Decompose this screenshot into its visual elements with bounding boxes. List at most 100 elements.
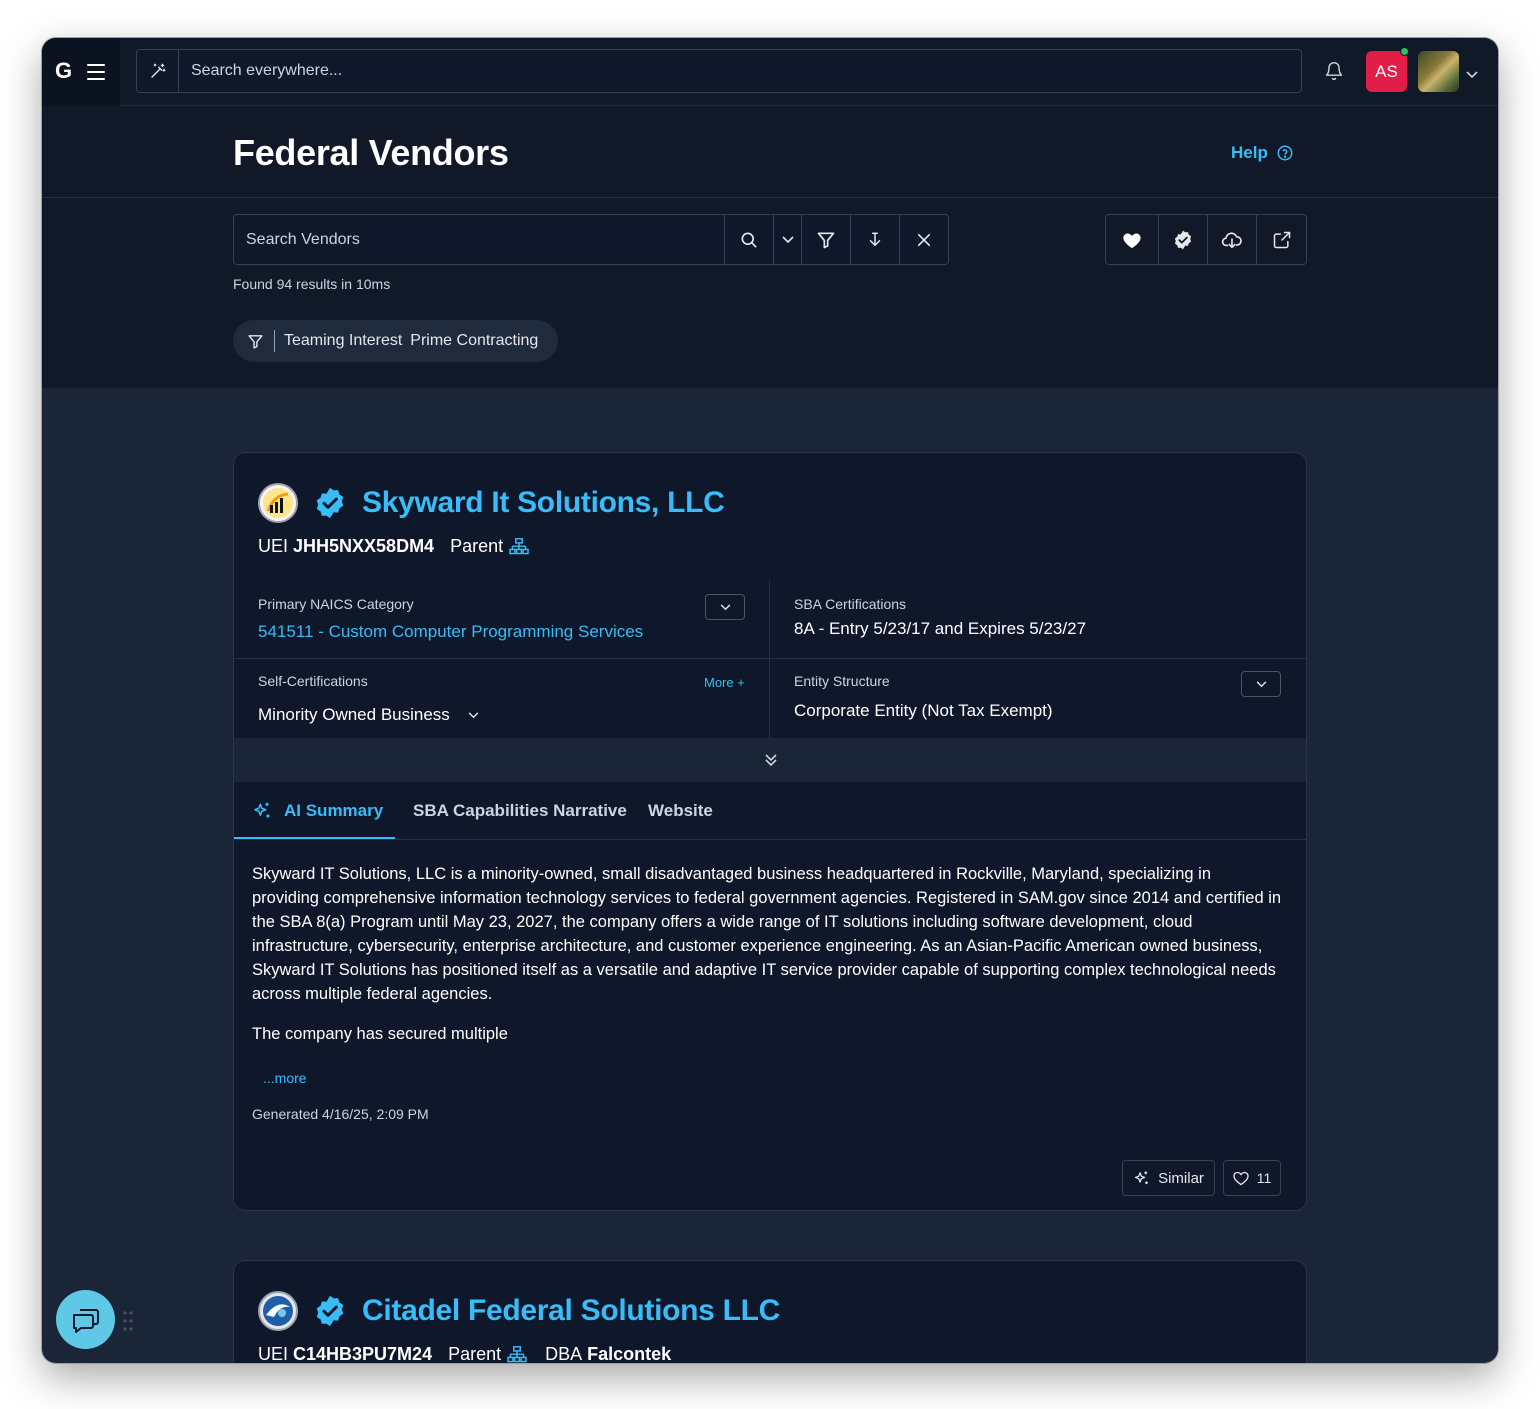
self-cert-cell: Self-Certifications More + Minority Owne… <box>234 659 770 738</box>
uei-label: UEI <box>258 536 289 556</box>
chat-icon <box>72 1308 99 1333</box>
heart-icon <box>1123 232 1141 248</box>
filter-value: Prime Contracting <box>410 332 539 349</box>
self-cert-dropdown[interactable]: Minority Owned Business <box>258 705 479 725</box>
double-chevron-down-icon <box>765 754 777 767</box>
uei-value: JHH5NXX58DM4 <box>293 536 435 556</box>
vendor-name-link[interactable]: Skyward It Solutions, LLC <box>362 486 725 520</box>
search-button[interactable] <box>724 215 773 264</box>
filter-icon <box>248 334 263 349</box>
naics-cell: Primary NAICS Category 541511 - Custom C… <box>234 580 770 658</box>
like-button[interactable]: 11 <box>1223 1160 1281 1196</box>
like-count: 11 <box>1256 1170 1272 1186</box>
vendor-identifiers: UEI JHH5NXX58DM4 Parent <box>258 536 529 557</box>
dba-label: DBA <box>545 1344 583 1363</box>
read-more-link[interactable]: ...more <box>263 1070 307 1086</box>
sort-button[interactable] <box>850 215 899 264</box>
user-avatar[interactable]: AS <box>1366 51 1407 92</box>
share-icon <box>1273 231 1290 248</box>
vendor-name-link[interactable]: Citadel Federal Solutions LLC <box>362 1294 780 1328</box>
vendor-logo <box>258 483 298 523</box>
self-cert-value: Minority Owned Business <box>258 705 450 724</box>
vendor-search-input[interactable] <box>234 215 724 264</box>
sparkle-icon <box>254 802 270 818</box>
menu-icon[interactable] <box>87 64 105 80</box>
app-window: G AS Federal Vendors Help <box>42 38 1498 1363</box>
magic-wand-icon[interactable] <box>137 50 179 92</box>
vendor-tabs: AI Summary SBA Capabilities Narrative We… <box>234 782 1306 840</box>
divider <box>42 197 1498 198</box>
chevron-down-icon <box>1256 680 1266 687</box>
sort-down-icon <box>869 232 881 246</box>
naics-label: Primary NAICS Category <box>258 596 414 612</box>
top-bar: G AS <box>42 38 1498 106</box>
hierarchy-icon[interactable] <box>507 1345 527 1364</box>
online-status-dot <box>1400 47 1409 56</box>
download-button[interactable] <box>1208 215 1257 264</box>
profile-photo[interactable] <box>1418 51 1459 92</box>
app-logo[interactable]: G <box>55 58 72 84</box>
close-icon <box>917 233 931 246</box>
vendor-info-grid: Primary NAICS Category 541511 - Custom C… <box>234 580 1306 738</box>
generated-timestamp: Generated 4/16/25, 2:09 PM <box>252 1106 429 1122</box>
heart-outline-icon <box>1233 1171 1249 1185</box>
hierarchy-icon[interactable] <box>509 537 529 556</box>
pill-divider <box>274 330 275 352</box>
tab-label: AI Summary <box>284 801 384 820</box>
entity-expand-button[interactable] <box>1241 671 1281 697</box>
parent-label: Parent <box>450 536 504 556</box>
verified-badge-icon <box>316 487 344 519</box>
vendor-logo <box>258 1291 298 1331</box>
verified-badge-icon <box>1174 230 1192 249</box>
page-title: Federal Vendors <box>233 132 509 173</box>
tab-website[interactable]: Website <box>648 782 713 840</box>
tab-sba-capabilities[interactable]: SBA Capabilities Narrative <box>413 782 627 840</box>
entity-value: Corporate Entity (Not Tax Exempt) <box>794 701 1053 720</box>
uei-value: C14HB3PU7M24 <box>293 1344 433 1363</box>
vendor-header: Citadel Federal Solutions LLC <box>258 1291 780 1331</box>
chevron-down-icon[interactable] <box>1466 66 1478 84</box>
page-header: Federal Vendors Help Found 94 resul <box>42 106 1498 388</box>
filter-icon <box>817 232 835 248</box>
verified-badge-icon <box>316 1295 344 1327</box>
sba-cert-cell: SBA Certifications 8A - Entry 5/23/17 an… <box>770 580 1306 658</box>
tab-label: Website <box>648 801 713 820</box>
help-link[interactable]: Help <box>1231 143 1294 163</box>
global-search-input[interactable] <box>191 50 1191 92</box>
vendor-card: Citadel Federal Solutions LLC UEI C14HB3… <box>233 1260 1307 1363</box>
summary-paragraph: Skyward IT Solutions, LLC is a minority-… <box>252 865 1282 1003</box>
naics-value-link[interactable]: 541511 - Custom Computer Programming Ser… <box>258 622 643 642</box>
list-actions <box>1105 214 1307 265</box>
sba-label: SBA Certifications <box>794 596 907 612</box>
search-options-button[interactable] <box>773 215 801 264</box>
tab-label: SBA Capabilities Narrative <box>413 801 627 820</box>
entity-structure-cell: Entity Structure Corporate Entity (Not T… <box>770 659 1306 738</box>
bell-icon[interactable] <box>1324 60 1344 87</box>
self-cert-label: Self-Certifications <box>258 673 368 689</box>
sba-value: 8A - Entry 5/23/17 and Expires 5/23/27 <box>794 619 1087 638</box>
chat-button[interactable] <box>56 1290 115 1349</box>
global-search <box>136 49 1302 93</box>
verified-filter-button[interactable] <box>1159 215 1208 264</box>
self-cert-more-link[interactable]: More + <box>704 675 745 690</box>
vendor-search-bar <box>233 214 949 265</box>
parent-label: Parent <box>448 1344 502 1363</box>
vendor-card: Skyward It Solutions, LLC UEI JHH5NXX58D… <box>233 452 1307 1211</box>
active-filter-pill[interactable]: Teaming Interest Prime Contracting <box>233 320 559 362</box>
drag-handle-icon[interactable] <box>122 1310 134 1332</box>
expand-details-button[interactable] <box>234 738 1306 782</box>
filter-button[interactable] <box>801 215 850 264</box>
help-icon <box>1277 145 1293 161</box>
share-button[interactable] <box>1257 215 1306 264</box>
sparkle-icon <box>1134 1170 1148 1184</box>
ai-summary-text: Skyward IT Solutions, LLC is a minority-… <box>252 862 1282 1062</box>
help-label: Help <box>1231 143 1268 162</box>
favorites-button[interactable] <box>1106 215 1159 264</box>
clear-search-button[interactable] <box>899 215 948 264</box>
results-count: Found 94 results in 10ms <box>233 276 391 292</box>
search-icon <box>741 232 757 247</box>
similar-button[interactable]: Similar <box>1122 1160 1215 1196</box>
vendor-header: Skyward It Solutions, LLC <box>258 483 725 523</box>
naics-expand-button[interactable] <box>705 594 745 620</box>
tab-ai-summary[interactable]: AI Summary <box>252 782 383 840</box>
